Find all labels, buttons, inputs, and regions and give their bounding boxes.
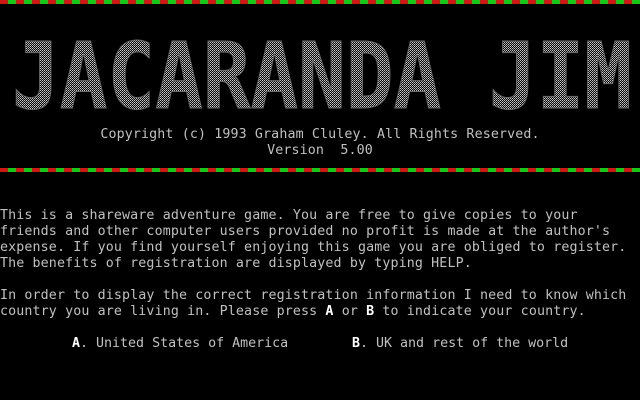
top-divider-stripe xyxy=(0,0,640,4)
prompt-text-middle: or xyxy=(333,304,367,319)
country-prompt-line-1: In order to display the correct registra… xyxy=(0,288,627,303)
middle-divider-stripe xyxy=(0,168,640,172)
country-prompt-line-2: country you are living in. Please press … xyxy=(0,304,640,320)
key-a-hint: A xyxy=(325,304,334,319)
intro-line-2: friends and other computer users provide… xyxy=(0,224,611,239)
prompt-text-post: to indicate your country. xyxy=(374,304,586,319)
intro-line-1: This is a shareware adventure game. You … xyxy=(0,208,578,223)
intro-line-3: expense. If you find yourself enjoying t… xyxy=(0,240,627,255)
prompt-text-pre: country you are living in. Please press xyxy=(0,304,326,319)
option-usa-key[interactable]: A xyxy=(72,336,80,351)
version-text: Version 5.00 xyxy=(267,143,373,158)
copyright-text: Copyright (c) 1993 Graham Cluley. All Ri… xyxy=(100,127,540,142)
title-banner: JACARANDA JIM xyxy=(12,23,633,127)
option-uk-key[interactable]: B xyxy=(352,336,360,351)
intro-line-4: The benefits of registration are display… xyxy=(0,256,472,271)
option-uk-label[interactable]: . UK and rest of the world xyxy=(360,336,568,351)
banner-text: JACARANDA JIM xyxy=(12,23,632,126)
option-usa-label[interactable]: . United States of America xyxy=(80,336,288,351)
option-uk-rest-of-world[interactable]: B. UK and rest of the world xyxy=(352,336,568,352)
option-usa[interactable]: A. United States of America xyxy=(72,336,288,352)
